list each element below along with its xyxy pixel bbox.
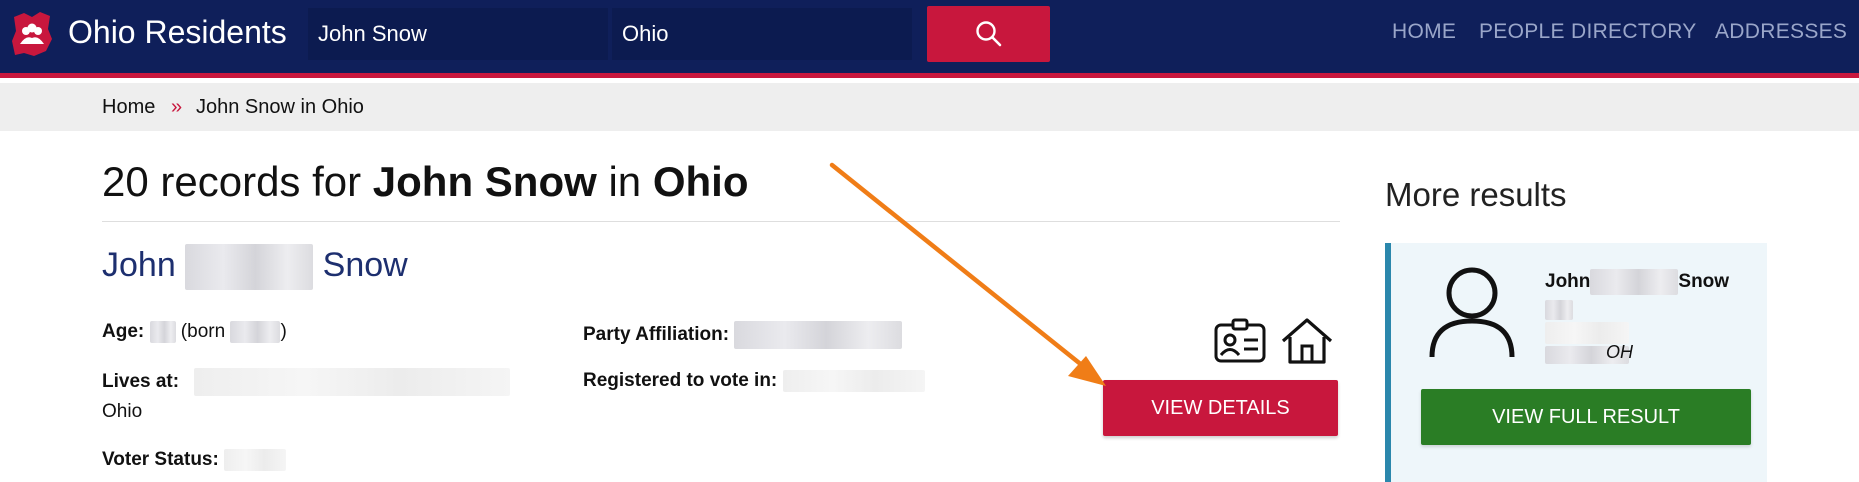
redacted-card-age <box>1545 300 1573 320</box>
redacted-county <box>782 370 925 392</box>
voter-status-row: Voter Status: <box>102 449 287 471</box>
title-in: in <box>596 158 653 205</box>
record-name-link[interactable]: John Snow <box>102 244 408 290</box>
ohio-logo-icon[interactable] <box>10 11 54 57</box>
brand-title[interactable]: Ohio Residents <box>68 14 287 51</box>
house-icon[interactable] <box>1280 317 1334 365</box>
title-state: Ohio <box>652 158 749 205</box>
age-label: Age: <box>102 321 145 343</box>
card-last-name: Snow <box>1678 271 1730 293</box>
redacted-card-city-1 <box>1545 322 1629 344</box>
born-prefix: (born <box>180 321 231 343</box>
age-row: Age: (born ) <box>102 321 287 343</box>
redacted-party <box>734 321 903 349</box>
divider <box>102 221 1340 222</box>
redacted-voter-status <box>224 449 287 471</box>
title-count: 20 records for <box>102 158 373 205</box>
record-first-name: John <box>102 245 176 284</box>
breadcrumb-separator: » <box>171 96 183 118</box>
born-suffix: ) <box>280 321 287 343</box>
person-icon <box>1429 267 1515 358</box>
redacted-address <box>194 368 511 396</box>
page-title: 20 records for John Snow in Ohio <box>102 158 748 206</box>
registered-label: Registered to vote in: <box>583 370 778 392</box>
lives-at-state: Ohio <box>102 401 143 422</box>
nav-addresses[interactable]: ADDRESSES <box>1715 20 1847 44</box>
id-card-icon[interactable] <box>1214 318 1266 364</box>
top-navbar: Ohio Residents HOME PEOPLE DIRECTORY ADD… <box>0 0 1859 78</box>
view-details-button[interactable]: VIEW DETAILS <box>1103 380 1338 436</box>
card-first-name: John <box>1545 271 1591 293</box>
state-search-input[interactable] <box>612 8 912 60</box>
title-name: John Snow <box>372 158 597 205</box>
nav-people-directory[interactable]: PEOPLE DIRECTORY <box>1479 20 1697 44</box>
more-results-title: More results <box>1385 176 1567 213</box>
redacted-card-middle-name <box>1590 269 1679 295</box>
card-name[interactable]: John Snow <box>1545 269 1729 295</box>
search-icon <box>975 21 1001 47</box>
view-full-result-button[interactable]: VIEW FULL RESULT <box>1421 389 1751 445</box>
redacted-birth-year <box>230 321 281 343</box>
voter-status-label: Voter Status: <box>102 449 219 471</box>
nav-home[interactable]: HOME <box>1392 20 1456 44</box>
record-last-name: Snow <box>322 245 408 284</box>
more-results-card: John Snow OH VIEW FULL RESULT <box>1385 243 1767 482</box>
breadcrumb: Home » John Snow in Ohio <box>0 83 1859 131</box>
breadcrumb-home[interactable]: Home <box>102 96 155 119</box>
card-state: OH <box>1606 342 1633 362</box>
name-search-input[interactable] <box>308 8 608 60</box>
lives-at-label: Lives at: <box>102 371 180 393</box>
breadcrumb-current: John Snow in Ohio <box>196 96 364 118</box>
search-button[interactable] <box>927 6 1050 62</box>
party-label: Party Affiliation: <box>583 324 730 346</box>
redacted-middle-name <box>185 244 314 290</box>
party-row: Party Affiliation: <box>583 321 903 349</box>
registered-row: Registered to vote in: <box>583 370 925 392</box>
lives-at-row: Lives at: <box>102 368 511 396</box>
redacted-age <box>149 321 176 343</box>
